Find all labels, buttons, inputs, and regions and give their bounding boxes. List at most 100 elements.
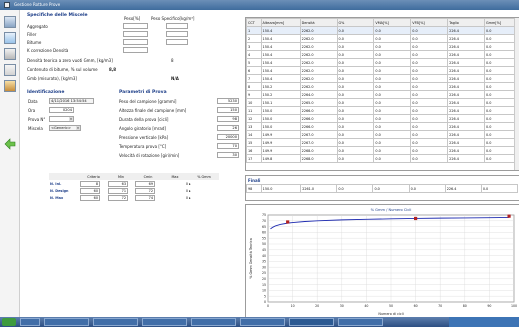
- crit-cmin-input[interactable]: 72: [135, 187, 155, 194]
- finali-cell: 0.0: [480, 184, 519, 193]
- table-cell: 0.0: [336, 98, 375, 107]
- crit-input[interactable]: 60: [80, 194, 100, 201]
- taskbar-item[interactable]: [20, 318, 40, 326]
- table-row[interactable]: 2 150.4 2262.0 0.0 0.0 0.0 226.4 0.0: [246, 34, 519, 43]
- table-row[interactable]: 14 149.9 2267.0 0.0 0.0 0.0 226.4 0.0: [246, 130, 519, 139]
- tool-icon[interactable]: [4, 48, 16, 60]
- col-header[interactable]: CCT: [246, 18, 262, 27]
- bitume-peso-input[interactable]: [123, 39, 148, 45]
- crit-min-input[interactable]: 72: [108, 194, 128, 201]
- col-header[interactable]: VFB[%]: [410, 18, 449, 27]
- chevron-down-icon[interactable]: ▾: [76, 126, 80, 130]
- table-cell: 226.4: [447, 138, 486, 147]
- taskbar-item[interactable]: [338, 318, 383, 326]
- table-row[interactable]: 11 150.0 2266.0 0.0 0.0 0.0 226.4 0.0: [246, 106, 519, 115]
- taskbar-item[interactable]: [142, 318, 187, 326]
- taskbar-item[interactable]: [191, 318, 236, 326]
- crit-header-4: Max: [161, 173, 188, 180]
- table-row[interactable]: 10 150.1 2265.0 0.0 0.0 0.0 226.4 0.0: [246, 98, 519, 107]
- crit-header-0: [49, 173, 79, 180]
- table-row[interactable]: 1 150.4 2262.0 0.0 0.0 0.0 226.4 0.0: [246, 26, 519, 35]
- table-row[interactable]: 5 150.4 2262.0 0.0 0.0 0.0 226.4 0.0: [246, 58, 519, 67]
- table-cell: 0.0: [336, 58, 375, 67]
- k-correzione-input[interactable]: [123, 47, 148, 53]
- table-row[interactable]: 7 150.4 2262.0 0.0 0.0 0.0 226.4 0.0: [246, 74, 519, 83]
- chevron-down-icon[interactable]: ▾: [69, 117, 73, 121]
- back-arrow-icon[interactable]: [4, 138, 16, 150]
- disk-icon[interactable]: [4, 16, 16, 28]
- start-button[interactable]: [2, 318, 16, 326]
- table-cell: 2264.0: [299, 90, 338, 99]
- aggregato-peso-input[interactable]: [123, 23, 148, 29]
- param-input-2[interactable]: 98: [217, 116, 239, 122]
- table-row[interactable]: 17 149.8 2268.0 0.0 0.0 0.0 226.4 0.0: [246, 154, 519, 163]
- crit-input[interactable]: 60: [80, 187, 100, 194]
- crit-input[interactable]: 8: [80, 180, 100, 187]
- taskbar-item-active[interactable]: [289, 318, 334, 326]
- table-cell: 0.0: [373, 146, 412, 155]
- table-row[interactable]: 4 150.4 2262.0 0.0 0.0 0.0 226.4 0.0: [246, 50, 519, 59]
- prova-select[interactable]: ▾: [49, 116, 74, 122]
- crit-min-input[interactable]: 71: [108, 187, 128, 194]
- param-label-3: Angolo giratorio [mrad]: [119, 126, 166, 131]
- crit-cmin-input[interactable]: 69: [135, 180, 155, 187]
- table-cell: 0.0: [373, 66, 412, 75]
- col-header[interactable]: Densità: [299, 18, 338, 27]
- table-row[interactable]: 16 149.9 2268.0 0.0 0.0 0.0 226.4 0.0: [246, 146, 519, 155]
- crit-label: N. Design: [50, 188, 69, 193]
- crit-min-input[interactable]: 63: [108, 180, 128, 187]
- bitume-spec-input[interactable]: [166, 39, 188, 45]
- data-input[interactable]: 4/11/2016 13:54:54: [49, 98, 94, 104]
- taskbar-item[interactable]: [44, 318, 89, 326]
- param-input-0[interactable]: 5230: [217, 98, 239, 104]
- table-row[interactable]: 6 150.4 2262.0 0.0 0.0 0.0 226.4 0.0: [246, 66, 519, 75]
- folder-icon[interactable]: [4, 32, 16, 44]
- param-input-6[interactable]: 30: [217, 152, 239, 158]
- table-cell: 149.9: [260, 130, 301, 139]
- table-row[interactable]: 3 150.4 2262.0 0.0 0.0 0.0 226.4 0.0: [246, 42, 519, 51]
- table-cell: 226.4: [447, 98, 486, 107]
- gmm-chart: 0 5 10 15 20 25 30 35 40 45 50 55 60 65 70 75 0 10 20 30 40 5…: [245, 204, 519, 318]
- col-header[interactable]: VMA[%]: [373, 18, 412, 27]
- x-axis-label: Numero di cicli: [378, 312, 403, 316]
- table-cell: 0.0: [336, 42, 375, 51]
- grid-icon[interactable]: [4, 64, 16, 76]
- data-point: [286, 220, 290, 224]
- table-cell: 2266.0: [299, 122, 338, 131]
- taskbar-item[interactable]: [240, 318, 285, 326]
- table-cell: 0.0: [410, 106, 449, 115]
- param-input-4[interactable]: 20000: [217, 134, 239, 140]
- aggregato-spec-input[interactable]: [166, 23, 188, 29]
- table-row[interactable]: 8 150.2 2262.0 0.0 0.0 0.0 226.4 0.0: [246, 82, 519, 91]
- table-scrollbar[interactable]: [514, 18, 519, 170]
- crit-spin[interactable]: ▸: [188, 180, 219, 187]
- crit-spin[interactable]: ▸: [188, 194, 219, 201]
- crit-spin[interactable]: ▸: [188, 187, 219, 194]
- parametri-title: Parametri di Prova: [119, 90, 167, 95]
- taskbar-item[interactable]: [93, 318, 138, 326]
- table-cell: 2262.0: [299, 42, 338, 51]
- col-header[interactable]: Taglio: [447, 18, 486, 27]
- table-row[interactable]: 13 150.0 2266.0 0.0 0.0 0.0 226.4 0.0: [246, 122, 519, 131]
- x-tick-label: 80: [463, 304, 467, 308]
- table-row[interactable]: 12 150.0 2266.0 0.0 0.0 0.0 226.4 0.0: [246, 114, 519, 123]
- data-table-container[interactable]: CCT Altezza[mm] Densità G% VMA[%] VFB[%]…: [245, 17, 519, 171]
- table-cell: 150.0: [260, 114, 301, 123]
- table-cell: 0.0: [336, 50, 375, 59]
- miscela-select[interactable]: <Generic> ▾: [49, 125, 81, 131]
- param-label-2: Durata della prova [cicli]: [119, 117, 169, 122]
- col-header[interactable]: G%: [336, 18, 375, 27]
- app-icon: [4, 2, 10, 8]
- param-input-1[interactable]: 150: [217, 107, 239, 113]
- filler-spec-input[interactable]: [166, 31, 188, 37]
- gmm-chart-svg: 0510152025303540455055606570750 10 20 30 40 5…: [249, 208, 517, 316]
- crit-cmin-input[interactable]: 74: [135, 194, 155, 201]
- param-input-5[interactable]: 70: [217, 143, 239, 149]
- filler-peso-input[interactable]: [123, 31, 148, 37]
- chart-icon[interactable]: [4, 80, 16, 92]
- table-row[interactable]: 9 150.2 2264.0 0.0 0.0 0.0 226.4 0.0: [246, 90, 519, 99]
- param-input-3[interactable]: 26: [217, 125, 239, 131]
- ora-input[interactable]: 0204: [49, 107, 74, 113]
- table-row[interactable]: 15 149.9 2267.0 0.0 0.0 0.0 226.4 0.0: [246, 138, 519, 147]
- col-header[interactable]: Altezza[mm]: [260, 18, 301, 27]
